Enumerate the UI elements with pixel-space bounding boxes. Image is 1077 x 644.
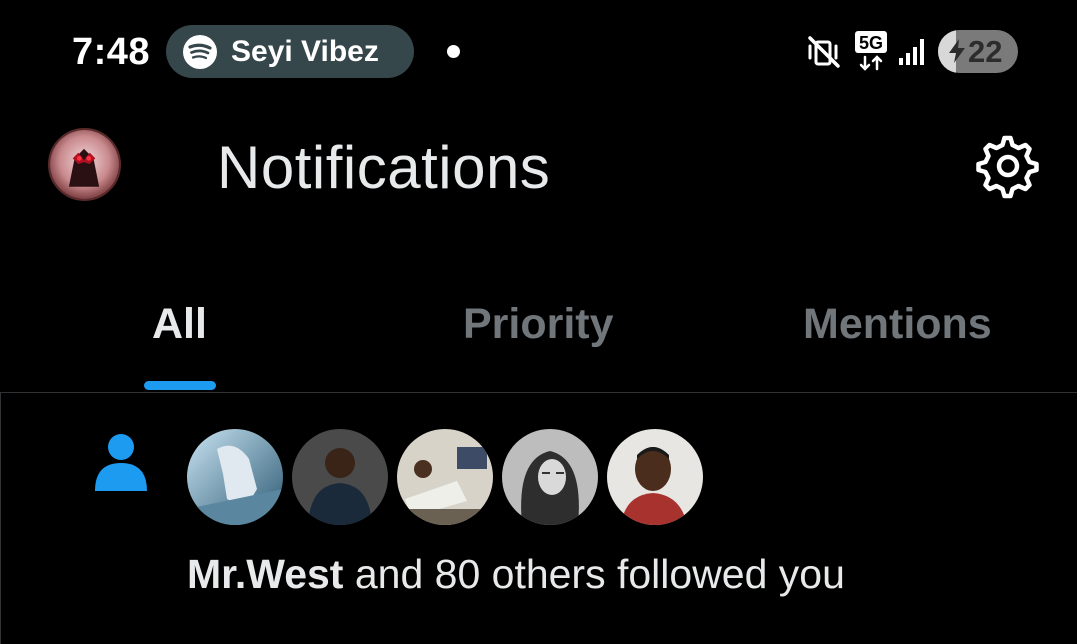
follower-avatar-image bbox=[502, 429, 598, 525]
profile-avatar bbox=[50, 130, 119, 199]
follower-avatar-image bbox=[397, 429, 493, 525]
active-tab-indicator bbox=[144, 381, 216, 390]
spotify-icon bbox=[183, 34, 217, 69]
tab-priority[interactable]: Priority bbox=[359, 270, 718, 392]
follower-avatar[interactable] bbox=[397, 429, 493, 525]
status-clock: 7:48 bbox=[72, 31, 151, 73]
follower-avatar[interactable] bbox=[292, 429, 388, 525]
media-title: Seyi Vibez bbox=[231, 34, 379, 68]
network-type-label: 5G bbox=[859, 33, 883, 53]
vibrate-mute-icon bbox=[808, 36, 840, 68]
media-playing-pill[interactable]: Seyi Vibez bbox=[166, 25, 414, 78]
follower-avatar-image bbox=[607, 429, 703, 525]
tab-label: Mentions bbox=[803, 300, 992, 348]
signal-icon bbox=[899, 39, 924, 65]
settings-button[interactable] bbox=[972, 130, 1044, 202]
battery-icon: 22 bbox=[938, 30, 1018, 73]
notification-message: and 80 others followed you bbox=[343, 551, 845, 597]
notification-text: Mr.West and 80 others followed you bbox=[187, 549, 845, 599]
notification-dot-icon bbox=[447, 45, 460, 58]
follower-avatar-image bbox=[292, 429, 388, 525]
follower-avatar[interactable] bbox=[607, 429, 703, 525]
tab-label: Priority bbox=[463, 300, 614, 348]
page-title: Notifications bbox=[217, 134, 551, 201]
tab-mentions[interactable]: Mentions bbox=[718, 270, 1077, 392]
tab-label: All bbox=[152, 300, 207, 348]
profile-avatar-button[interactable] bbox=[48, 128, 121, 201]
notification-tabs: All Priority Mentions bbox=[0, 270, 1077, 392]
follower-avatar[interactable] bbox=[187, 429, 283, 525]
gear-icon bbox=[976, 135, 1039, 199]
person-icon bbox=[95, 434, 147, 491]
5g-data-icon: 5G bbox=[855, 31, 887, 71]
status-bar: 7:48 Seyi Vibez 5G 22 bbox=[0, 0, 1077, 104]
follower-name[interactable]: Mr.West bbox=[187, 551, 343, 597]
battery-level: 22 bbox=[968, 34, 1003, 69]
tab-all[interactable]: All bbox=[0, 270, 359, 392]
follower-avatar[interactable] bbox=[502, 429, 598, 525]
charging-bolt-icon bbox=[949, 39, 965, 63]
notification-item[interactable]: Mr.West and 80 others followed you bbox=[0, 393, 1077, 644]
follower-avatar-image bbox=[187, 429, 283, 525]
